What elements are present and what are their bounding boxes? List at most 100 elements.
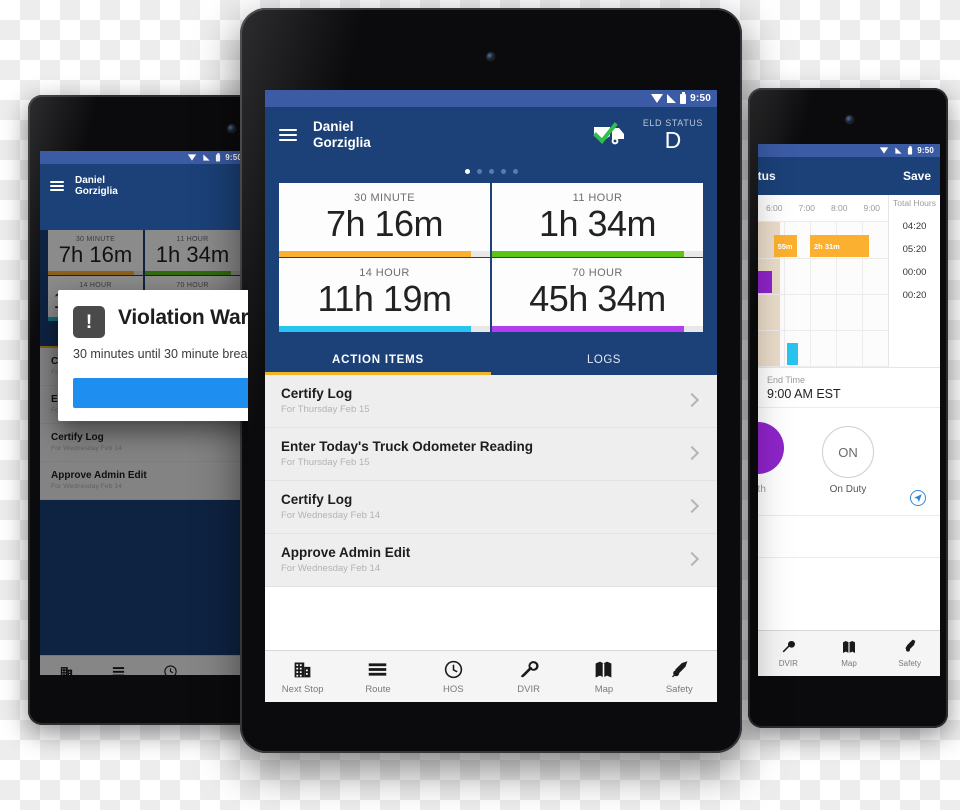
battery-icon	[908, 145, 913, 154]
eld-status-group[interactable]: ELD STATUS D	[592, 107, 703, 163]
page-dot[interactable]	[464, 169, 470, 174]
page-dot[interactable]	[512, 169, 518, 174]
grid-line-horizontal	[758, 294, 888, 295]
signal-icon	[667, 94, 677, 103]
eld-status-block: ELD STATUS D	[643, 118, 703, 153]
nav-dvir[interactable]: DVIR	[491, 651, 566, 702]
violation-warning-dialog: ! Violation Warning 30 minutes until 30 …	[58, 290, 248, 421]
save-button[interactable]: Save	[903, 169, 931, 183]
wrench-icon	[782, 640, 796, 653]
center-status-bar: 9:50	[265, 90, 717, 107]
metric-card-70-hour[interactable]: 70 HOUR 45h 34m	[492, 257, 703, 332]
left-app-bar: Daniel Gorziglia	[40, 164, 248, 208]
center-app-bar: Daniel Gorziglia ELD STATUS D	[265, 107, 717, 163]
chevron-right-icon	[684, 393, 700, 408]
duty-status-selector: Berth ON On Duty	[758, 407, 940, 515]
eld-status-value: D	[664, 127, 682, 154]
map-icon	[843, 641, 855, 653]
menu-icon[interactable]	[50, 179, 64, 194]
list-item-subtitle: For Wednesday Feb 14	[281, 509, 381, 521]
nav-hos[interactable]: HOS	[416, 651, 491, 702]
center-user-first: Daniel	[313, 119, 354, 135]
menu-icon[interactable]	[279, 126, 297, 144]
metrics-grid: 30 MINUTE 7h 16m 11 HOUR 1h 34m 14 HOUR …	[279, 183, 703, 332]
left-tablet-device: 9:50 Daniel Gorziglia 30 MINUTE 7h 16m 1…	[28, 95, 260, 725]
nav-label: Safety	[665, 683, 693, 695]
nav-label: HOS	[443, 683, 464, 695]
page-dot[interactable]	[476, 169, 482, 174]
right-spacer-row	[758, 557, 940, 603]
list-item-subtitle: For Thursday Feb 15	[281, 403, 370, 415]
list-item[interactable]: Approve Admin Edit For Wednesday Feb 14	[265, 534, 717, 587]
wrench-icon	[520, 660, 539, 678]
total-hours-column: Total Hours 04:20 05:20 00:00 00:20	[888, 195, 940, 367]
list-item-text: Enter Today's Truck Odometer Reading For…	[281, 439, 533, 468]
end-time-field[interactable]: End Time 9:00 AM EST	[758, 367, 940, 407]
nav-route[interactable]: Route	[340, 651, 415, 702]
timeline-segment[interactable]	[758, 271, 773, 293]
nav-dvir[interactable]: DVIR	[758, 631, 819, 676]
status-clock: 9:50	[917, 146, 934, 155]
right-app-bar: Status Save	[758, 157, 940, 195]
left-user-name: Daniel Gorziglia	[75, 175, 118, 198]
nav-label: Route	[365, 683, 391, 695]
list-item-title: Approve Admin Edit	[281, 544, 411, 560]
end-time-label: End Time	[767, 375, 806, 385]
total-hours-value: 00:20	[902, 290, 927, 302]
front-camera-icon	[487, 53, 494, 60]
timeline-canvas[interactable]: 55m 2h 31m	[758, 221, 888, 367]
tab-action-items[interactable]: ACTION ITEMS	[265, 342, 491, 375]
gps-arrow-icon[interactable]	[910, 490, 926, 506]
metric-card-14-hour[interactable]: 14 HOUR 11h 19m	[279, 257, 490, 332]
chevron-right-icon	[684, 552, 700, 567]
left-camera-icon	[228, 125, 235, 132]
signal-icon	[203, 154, 210, 161]
status-clock: 9:50	[690, 93, 711, 104]
dialog-title: Violation Warning	[118, 306, 248, 329]
safety-icon	[905, 639, 916, 652]
wifi-icon	[879, 147, 889, 154]
page-dot[interactable]	[500, 169, 506, 174]
x-tick: 9:00	[863, 203, 881, 213]
nav-safety[interactable]: Safety	[642, 651, 717, 702]
dismiss-button[interactable]: DISMISS	[73, 377, 248, 408]
on-duty-label: On Duty	[829, 484, 867, 495]
nav-safety[interactable]: Safety	[879, 631, 940, 676]
clock-icon	[444, 660, 462, 678]
dialog-header: ! Violation Warning	[73, 306, 248, 338]
list-item-subtitle: For Thursday Feb 15	[281, 456, 370, 468]
list-item[interactable]: Enter Today's Truck Odometer Reading For…	[265, 428, 717, 481]
nav-next-stop[interactable]: Next Stop	[265, 651, 340, 702]
list-icon	[369, 662, 387, 676]
page-dot[interactable]	[488, 169, 494, 174]
metric-progress	[492, 250, 703, 257]
nav-map[interactable]: Map	[819, 631, 880, 676]
x-tick: 8:00	[830, 203, 848, 213]
truck-check-icon	[592, 122, 627, 148]
metric-card-11-hour[interactable]: 11 HOUR 1h 34m	[492, 183, 703, 257]
metric-card-30-minute[interactable]: 30 MINUTE 7h 16m	[279, 183, 490, 257]
left-user-first: Daniel	[75, 174, 106, 186]
timeline-segment[interactable]: 55m	[773, 235, 797, 257]
list-item[interactable]: Certify Log For Wednesday Feb 14	[265, 481, 717, 534]
tab-logs[interactable]: LOGS	[491, 342, 717, 375]
sleeper-berth-option[interactable]	[758, 422, 784, 474]
nav-map[interactable]: Map	[566, 651, 641, 702]
timeline-plot: 6:00 7:00 8:00 9:00 55m 2h 31m	[758, 195, 888, 367]
on-duty-option[interactable]: ON	[822, 426, 874, 478]
timeline-segment[interactable]: 2h 31m	[810, 235, 869, 257]
right-bottom-nav: DVIR Map Safety	[758, 630, 940, 676]
list-item-subtitle: For Wednesday Feb 14	[281, 562, 381, 574]
page-indicator-dots[interactable]	[265, 163, 717, 183]
center-hero: 30 MINUTE 7h 16m 11 HOUR 1h 34m 14 HOUR …	[265, 163, 717, 342]
grid-line-horizontal	[758, 258, 888, 259]
timeline-x-ticks: 6:00 7:00 8:00 9:00	[758, 195, 888, 221]
action-items-list: Certify Log For Thursday Feb 15 Enter To…	[265, 374, 717, 587]
end-time-value: 9:00 AM EST	[767, 387, 841, 401]
timeline-segment[interactable]	[786, 343, 799, 365]
devices-stage: 9:50 Daniel Gorziglia 30 MINUTE 7h 16m 1…	[0, 0, 960, 810]
center-tab-bar: ACTION ITEMS LOGS	[265, 341, 717, 375]
x-tick: 6:00	[765, 203, 783, 213]
right-spacer-row	[758, 515, 940, 557]
list-item[interactable]: Certify Log For Thursday Feb 15	[265, 375, 717, 428]
